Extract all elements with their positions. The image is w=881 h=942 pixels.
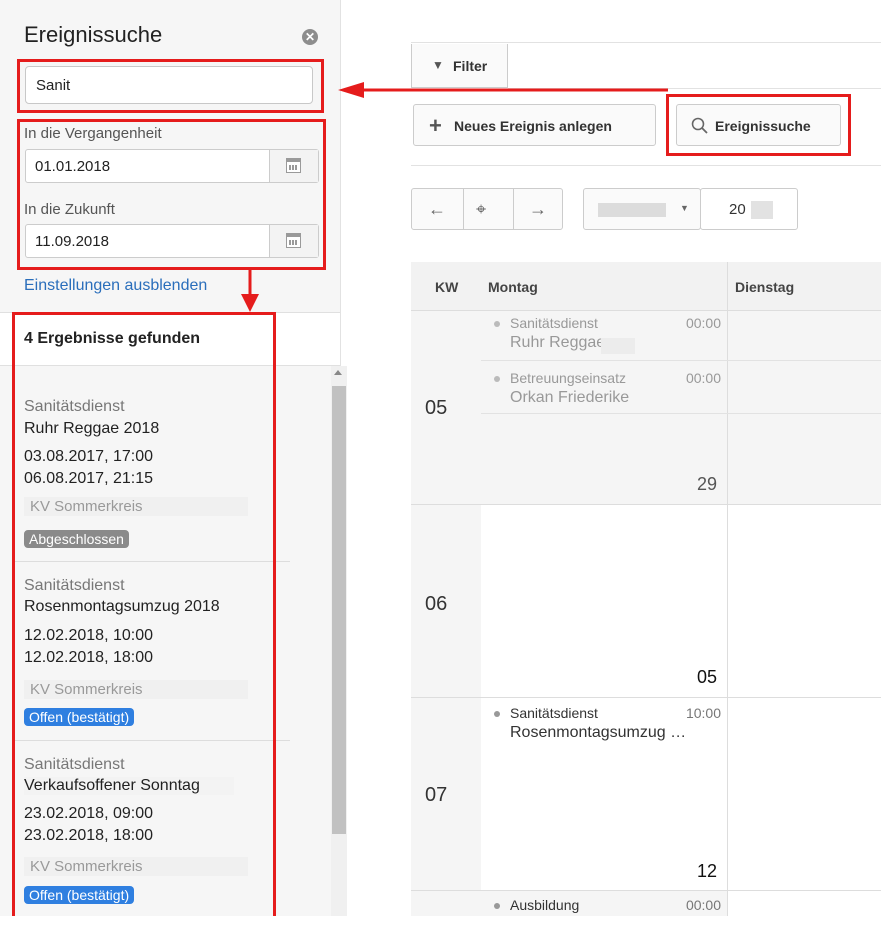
week-number-cell: 06 — [411, 505, 482, 698]
kw-header: KW — [411, 262, 482, 311]
year-suffix — [751, 201, 773, 219]
event-title: Sanitätsdienst — [510, 315, 598, 331]
toolbar-divider — [411, 165, 881, 166]
event-title: Sanitätsdienst — [510, 705, 598, 721]
event-dot-icon — [494, 376, 500, 382]
highlight-date-range — [17, 119, 326, 270]
week-number-cell: 07 — [411, 698, 482, 891]
chevron-down-icon: ▼ — [680, 203, 689, 213]
redacted — [601, 338, 635, 354]
week-number-cell: 05 — [411, 311, 482, 505]
calendar-event[interactable]: Ausbildung 00:00 — [481, 894, 727, 942]
tuesday-header: Dienstag — [728, 262, 881, 311]
day-number: 12 — [697, 861, 718, 881]
highlight-results — [12, 312, 276, 916]
day-cell[interactable] — [481, 505, 728, 698]
event-title: Ausbildung — [510, 897, 580, 913]
hide-settings-link[interactable]: Einstellungen ausblenden — [24, 277, 207, 295]
event-time: 00:00 — [685, 315, 721, 331]
event-title: Betreuungseinsatz — [510, 370, 626, 386]
event-subtitle: Rosenmontagsumzug … — [510, 724, 687, 741]
year-prefix: 20 — [729, 201, 746, 218]
event-subtitle: Ruhr Reggae — [510, 334, 606, 351]
day-cell[interactable] — [728, 698, 881, 891]
panel-title: Ereignissuche — [24, 22, 163, 47]
day-number: 05 — [697, 667, 718, 687]
calendar-event[interactable]: Sanitätsdienst 00:00 Ruhr Reggae — [481, 312, 727, 360]
filter-icon: ▼ — [432, 58, 444, 72]
scroll-up-arrow-icon[interactable] — [334, 370, 342, 375]
year-input[interactable]: 20 — [700, 188, 798, 230]
month-select[interactable]: ▼ — [583, 188, 701, 230]
monday-header: Montag — [481, 262, 728, 311]
event-subtitle: Orkan Friederike — [510, 389, 630, 406]
arrow-down-annotation-icon — [241, 268, 259, 312]
new-event-label: Neues Ereignis anlegen — [454, 118, 612, 134]
event-dot-icon — [494, 321, 500, 327]
day-cell[interactable] — [728, 505, 881, 698]
calendar-event[interactable]: Betreuungseinsatz 00:00 Orkan Friederike — [481, 367, 727, 415]
month-value — [598, 203, 666, 217]
event-dot-icon — [494, 711, 500, 717]
close-icon[interactable]: ✕ — [302, 29, 318, 45]
event-time: 00:00 — [685, 897, 721, 913]
arrow-right-icon[interactable]: → — [529, 199, 547, 220]
plus-icon: + — [429, 113, 442, 138]
event-time: 10:00 — [685, 705, 721, 721]
day-number: 29 — [697, 474, 718, 494]
calendar-event[interactable]: Sanitätsdienst 10:00 Rosenmontagsumzug … — [481, 702, 727, 750]
event-time: 00:00 — [685, 370, 721, 386]
highlight-search-input — [17, 59, 324, 113]
toolbar-top-border — [411, 42, 881, 43]
event-dot-icon — [494, 903, 500, 909]
week-number-cell — [411, 891, 482, 916]
crosshair-icon[interactable]: ⌖ — [476, 199, 486, 220]
day-cell[interactable] — [728, 311, 881, 505]
arrow-left-icon[interactable]: ← — [428, 199, 446, 220]
scrollbar-thumb[interactable] — [332, 386, 346, 834]
event-separator — [481, 360, 881, 361]
highlight-search-button — [666, 94, 851, 156]
calendar-nav-group: ← ⌖ → — [411, 188, 563, 230]
filter-label: Filter — [453, 58, 488, 74]
new-event-button[interactable]: + Neues Ereignis anlegen — [413, 104, 656, 146]
arrow-annotation-icon — [338, 82, 668, 98]
